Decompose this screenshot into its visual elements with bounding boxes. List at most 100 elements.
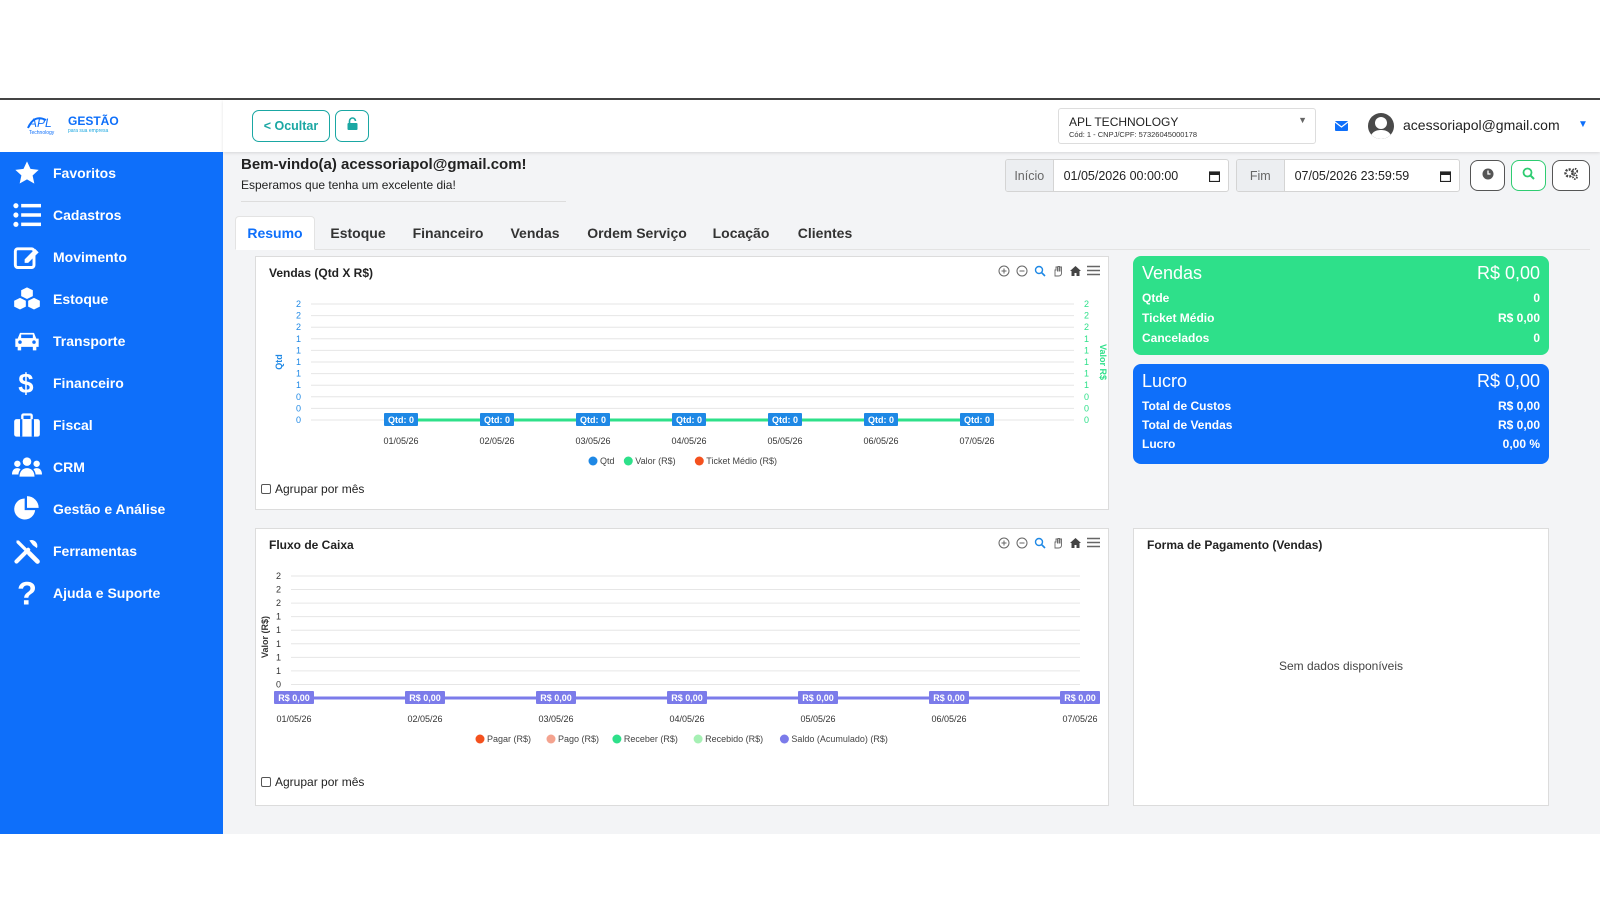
search-button[interactable] — [1511, 160, 1546, 191]
menu-icon[interactable] — [1086, 535, 1101, 550]
cashflow-chart-card: Fluxo de Caixa 0011111222Valor (R$)R$ 0,… — [255, 528, 1109, 806]
star-icon — [12, 158, 42, 188]
y-axis-title: Valor (R$) — [260, 616, 270, 658]
question-icon: ? — [12, 578, 42, 608]
svg-text:?: ? — [17, 578, 37, 608]
y2-tick-label: 1 — [1084, 380, 1089, 390]
y-tick-label: 1 — [276, 666, 281, 676]
profit-kpi-value: R$ 0,00 — [1476, 371, 1540, 391]
tab-financeiro[interactable]: Financeiro — [401, 216, 495, 250]
end-date-label: Fim — [1237, 160, 1285, 191]
zoom-in-icon[interactable] — [996, 263, 1011, 278]
end-date-input[interactable]: 07/05/2026 23:59:59 — [1285, 160, 1459, 191]
sidebar-item-cadastros[interactable]: Cadastros — [0, 194, 223, 236]
company-select[interactable]: APL TECHNOLOGY Cód: 1 - CNPJ/CPF: 573260… — [1058, 108, 1316, 144]
user-menu[interactable]: acessoriapol@gmail.com — [1403, 117, 1560, 133]
sidebar-item-gestao-analise[interactable]: Gestão e Análise — [0, 488, 223, 530]
x-tick-label: 01/05/26 — [276, 714, 311, 724]
app-frame: APL Technology GESTÃO para sua empresa F… — [0, 98, 1600, 834]
group-by-month-checkbox[interactable]: Agrupar por mês — [261, 482, 364, 496]
data-label: Qtd: 0 — [868, 415, 894, 425]
sidebar-item-crm[interactable]: CRM — [0, 446, 223, 488]
group-by-month-checkbox[interactable]: Agrupar por mês — [261, 775, 364, 789]
y-tick-label: 1 — [276, 612, 281, 622]
svg-text:APL: APL — [28, 116, 52, 130]
lock-icon — [346, 116, 359, 136]
y-tick-label: 2 — [296, 299, 301, 309]
tab-ordem-servico[interactable]: Ordem Serviço — [577, 216, 697, 250]
start-date-value: 01/05/2026 00:00:00 — [1063, 168, 1179, 183]
zoom-selection-icon[interactable] — [1032, 535, 1047, 550]
profit-kpi-card: Lucro R$ 0,00 Total de Custos R$ 0,00 Tot… — [1133, 364, 1549, 464]
lock-button[interactable] — [335, 110, 369, 142]
data-label: Qtd: 0 — [484, 415, 510, 425]
tab-clientes[interactable]: Clientes — [785, 216, 865, 250]
checkbox-box[interactable] — [261, 484, 271, 494]
tab-estoque[interactable]: Estoque — [319, 216, 397, 250]
x-tick-label: 02/05/26 — [479, 436, 514, 446]
payment-method-title: Forma de Pagamento (Vendas) — [1147, 538, 1323, 552]
sidebar-item-financeiro[interactable]: $ Financeiro — [0, 362, 223, 404]
y-tick-label: 1 — [296, 369, 301, 379]
start-date-input[interactable]: 01/05/2026 00:00:00 — [1054, 160, 1228, 191]
zoom-selection-icon[interactable] — [1032, 263, 1047, 278]
kpi-row-value: R$ 0,00 — [1497, 418, 1540, 432]
sidebar: APL Technology GESTÃO para sua empresa F… — [0, 100, 223, 834]
history-button[interactable] — [1470, 160, 1505, 191]
payment-method-card: Forma de Pagamento (Vendas) Sem dados di… — [1133, 528, 1549, 806]
empty-state-text: Sem dados disponíveis — [1278, 659, 1404, 673]
x-tick-label: 05/05/26 — [800, 714, 835, 724]
kpi-row-value: R$ 0,00 — [1497, 399, 1540, 413]
y-tick-label: 0 — [296, 415, 301, 425]
sidebar-item-ajuda-suporte[interactable]: ? Ajuda e Suporte — [0, 572, 223, 614]
y-tick-label: 1 — [296, 380, 301, 390]
y-tick-label: 2 — [276, 598, 281, 608]
mail-icon[interactable] — [1334, 118, 1349, 136]
svg-text:GESTÃO: GESTÃO — [68, 113, 119, 128]
legend-label: Pagar (R$) — [487, 734, 531, 744]
pan-hand-icon[interactable] — [1050, 263, 1065, 278]
sidebar-item-fiscal[interactable]: Fiscal — [0, 404, 223, 446]
legend-marker — [546, 734, 556, 744]
sidebar-item-estoque[interactable]: Estoque — [0, 278, 223, 320]
zoom-out-icon[interactable] — [1014, 535, 1029, 550]
hide-sidebar-button[interactable]: < Ocultar — [252, 110, 330, 142]
chevron-down-icon[interactable]: ▼ — [1578, 119, 1588, 130]
home-icon[interactable] — [1068, 263, 1083, 278]
settings-button[interactable] — [1552, 160, 1590, 191]
zoom-in-icon[interactable] — [996, 535, 1011, 550]
calendar-icon[interactable] — [1439, 170, 1452, 185]
data-label: Qtd: 0 — [772, 415, 798, 425]
user-avatar-icon — [1370, 117, 1392, 139]
sales-kpi-title: Vendas — [1142, 263, 1203, 283]
checkbox-label: Agrupar por mês — [275, 775, 365, 789]
profit-kpi-title: Lucro — [1142, 371, 1188, 391]
avatar[interactable] — [1368, 113, 1394, 139]
sidebar-item-movimento[interactable]: Movimento — [0, 236, 223, 278]
kpi-row: Qtde 0 — [1142, 291, 1540, 305]
tab-locacao[interactable]: Locação — [701, 216, 781, 250]
y2-tick-label: 1 — [1084, 369, 1089, 379]
logo[interactable]: APL Technology GESTÃO para sua empresa — [0, 100, 223, 152]
sidebar-item-ferramentas[interactable]: Ferramentas — [0, 530, 223, 572]
company-name: APL TECHNOLOGY — [1069, 115, 1179, 129]
calendar-icon[interactable] — [1208, 170, 1221, 185]
legend-label: Valor (R$) — [635, 456, 675, 466]
tab-resumo[interactable]: Resumo — [235, 216, 315, 250]
tab-vendas[interactable]: Vendas — [499, 216, 571, 250]
sidebar-item-label: CRM — [53, 459, 85, 475]
home-icon[interactable] — [1068, 535, 1083, 550]
checkbox-box[interactable] — [261, 777, 271, 787]
sidebar-item-label: Gestão e Análise — [53, 501, 166, 517]
data-label: Qtd: 0 — [964, 415, 990, 425]
zoom-out-icon[interactable] — [1014, 263, 1029, 278]
search-icon — [1522, 167, 1535, 185]
y-tick-label: 0 — [296, 392, 301, 402]
sidebar-item-transporte[interactable]: Transporte — [0, 320, 223, 362]
y2-tick-label: 1 — [1084, 345, 1089, 355]
pan-hand-icon[interactable] — [1050, 535, 1065, 550]
sidebar-item-favoritos[interactable]: Favoritos — [0, 152, 223, 194]
menu-icon[interactable] — [1086, 263, 1101, 278]
dollar-icon: $ — [12, 368, 42, 398]
x-tick-label: 07/05/26 — [959, 436, 994, 446]
